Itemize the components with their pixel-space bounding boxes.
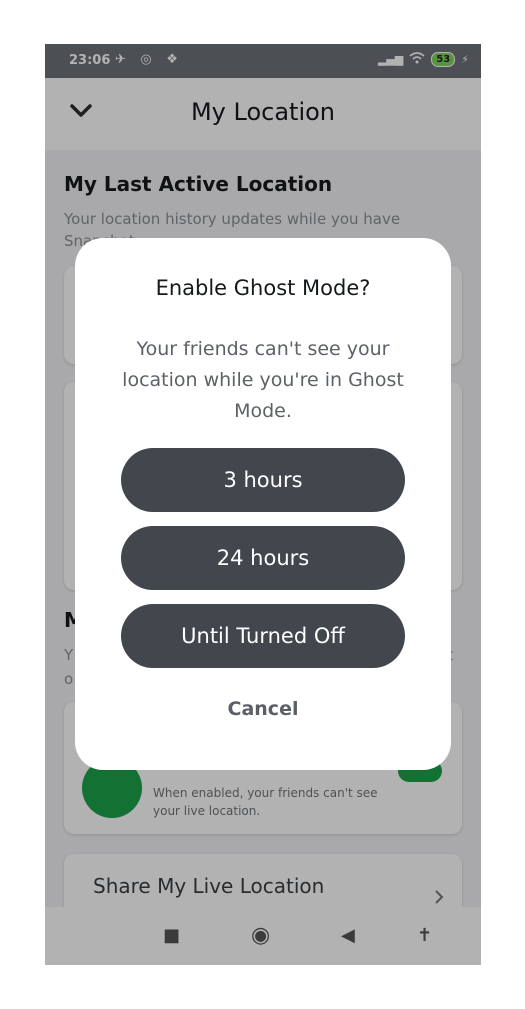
- dialog-message: Your friends can't see your location whi…: [122, 338, 404, 422]
- phone-screen: 23:06 ✈ ◎ ❖ ▂▄▆ 53 ⚡ My Location My Last…: [45, 44, 481, 965]
- ghost-mode-dialog: Enable Ghost Mode? Your friends can't se…: [75, 238, 451, 770]
- option-until-turned-off-button[interactable]: Until Turned Off: [121, 604, 405, 668]
- dialog-title: Enable Ghost Mode?: [155, 276, 371, 300]
- option-3-hours-button[interactable]: 3 hours: [121, 448, 405, 512]
- cancel-button[interactable]: Cancel: [75, 698, 451, 720]
- option-24-hours-button[interactable]: 24 hours: [121, 526, 405, 590]
